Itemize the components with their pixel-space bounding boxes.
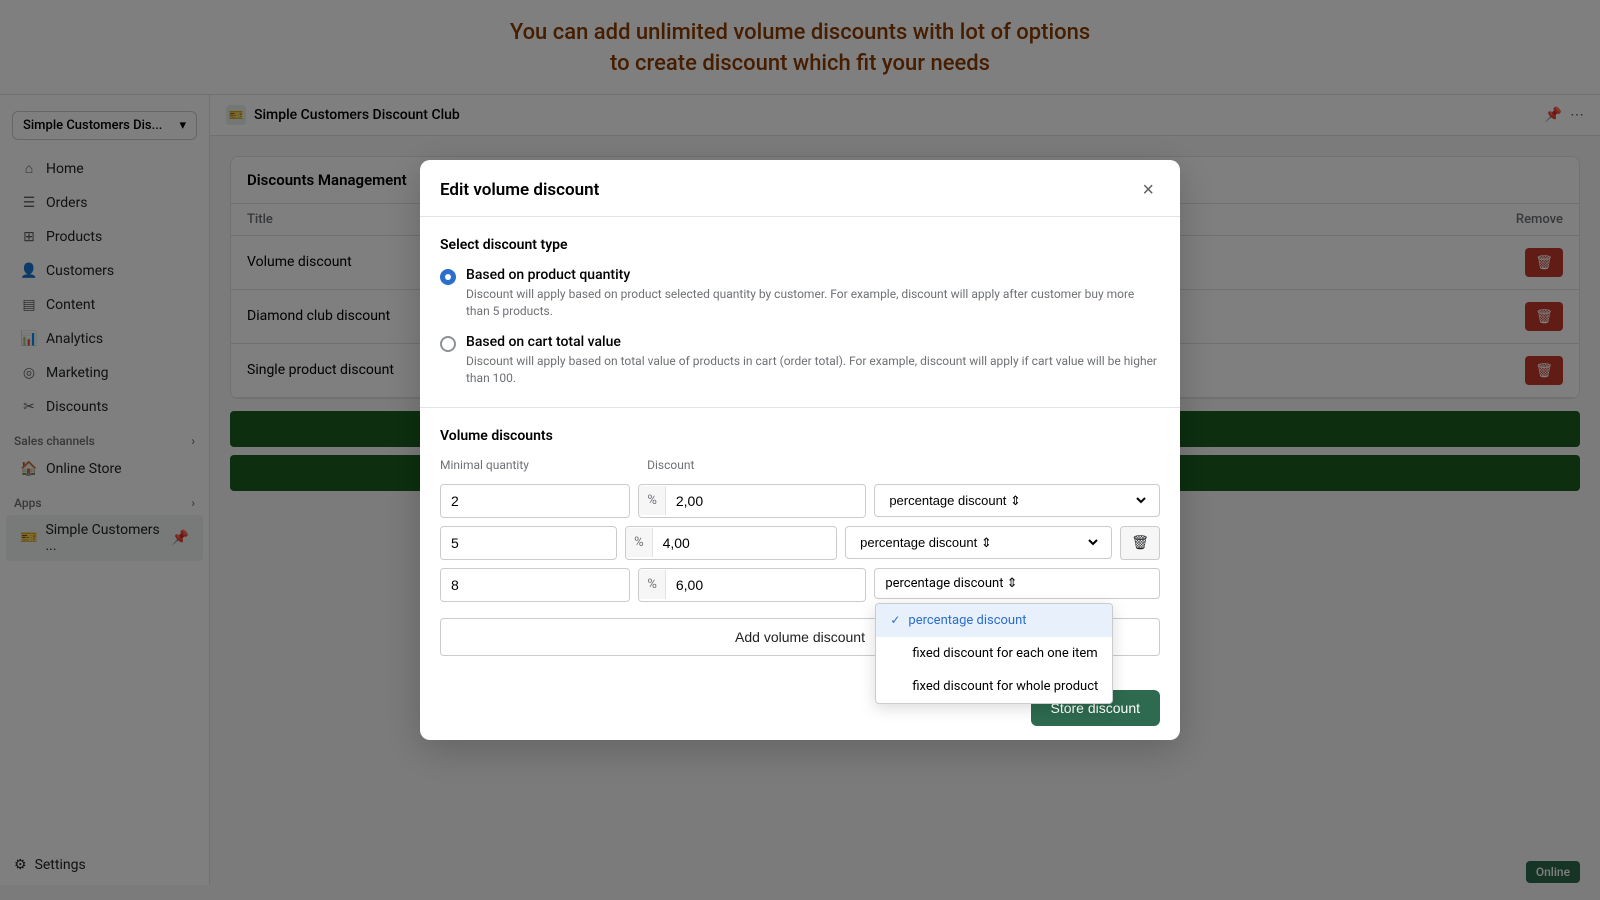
- discount-field-3[interactable]: [666, 570, 866, 600]
- modal-header: Edit volume discount ×: [420, 160, 1180, 217]
- discount-prefix-1: %: [639, 486, 666, 515]
- type-select-3[interactable]: percentage discount ⇕ ✓ percentage disco…: [874, 568, 1160, 599]
- vol-row-3: ▲ ▼ % ▲ ▼ percentage discount ⇕: [440, 568, 1160, 602]
- dropdown-item-percentage[interactable]: ✓ percentage discount: [876, 604, 1112, 637]
- discount-prefix-3: %: [639, 570, 666, 599]
- modal-close-button[interactable]: ×: [1136, 178, 1160, 202]
- discount-field-1[interactable]: [666, 486, 866, 516]
- qty-field-2[interactable]: [441, 528, 617, 558]
- vol-section-title: Volume discounts: [440, 428, 1160, 444]
- dropdown-label-0: percentage discount: [908, 613, 1026, 628]
- edit-volume-discount-modal: Edit volume discount × Select discount t…: [420, 160, 1180, 739]
- type-select-value-3: percentage discount ⇕: [885, 576, 1017, 591]
- dropdown-label-2: fixed discount for whole product: [912, 679, 1098, 694]
- radio-desc-2: Discount will apply based on total value…: [466, 353, 1160, 387]
- vol-row-1: ▲ ▼ % ▲ ▼ percentage discount ⇕ fixed d: [440, 484, 1160, 518]
- radio-circle-1: [440, 269, 456, 285]
- radio-label-2: Based on cart total value: [466, 334, 1160, 350]
- qty-field-3[interactable]: [441, 570, 630, 600]
- type-dropdown-2[interactable]: percentage discount ⇕ fixed discount for…: [856, 534, 1101, 551]
- discount-type-title: Select discount type: [440, 237, 1160, 253]
- min-qty-col-label: Minimal quantity: [440, 458, 631, 472]
- radio-label-1: Based on product quantity: [466, 267, 1160, 283]
- discount-input-2[interactable]: % ▲ ▼: [625, 526, 837, 560]
- check-mark-icon: ✓: [890, 613, 900, 627]
- dropdown-item-fixed-each[interactable]: fixed discount for each one item: [876, 637, 1112, 670]
- radio-option-product-qty[interactable]: Based on product quantity Discount will …: [440, 267, 1160, 320]
- modal-title: Edit volume discount: [440, 180, 599, 200]
- radio-desc-1: Discount will apply based on product sel…: [466, 286, 1160, 320]
- type-dropdown-1[interactable]: percentage discount ⇕ fixed discount for…: [885, 492, 1149, 509]
- discount-col-label: Discount: [647, 458, 876, 472]
- vol-header-row: Minimal quantity Discount: [440, 458, 1160, 476]
- qty-input-2[interactable]: ▲ ▼: [440, 526, 617, 560]
- type-select-2[interactable]: percentage discount ⇕ fixed discount for…: [845, 526, 1112, 559]
- vol-row-2: ▲ ▼ % ▲ ▼ percentage discount ⇕ fixed d: [440, 526, 1160, 560]
- discount-input-3[interactable]: % ▲ ▼: [638, 568, 866, 602]
- dropdown-item-fixed-whole[interactable]: fixed discount for whole product: [876, 670, 1112, 703]
- discount-input-1[interactable]: % ▲ ▼: [638, 484, 866, 518]
- qty-input-1[interactable]: ▲ ▼: [440, 484, 630, 518]
- discount-field-2[interactable]: [653, 528, 838, 558]
- delete-row-2-button[interactable]: 🗑: [1120, 526, 1160, 560]
- discount-type-section: Select discount type Based on product qu…: [420, 217, 1180, 407]
- radio-circle-2: [440, 336, 456, 352]
- type-dropdown-menu: ✓ percentage discount fixed discount for…: [875, 603, 1113, 704]
- modal-overlay: Edit volume discount × Select discount t…: [0, 0, 1600, 900]
- dropdown-label-1: fixed discount for each one item: [912, 646, 1097, 661]
- discount-prefix-2: %: [626, 528, 653, 557]
- qty-field-1[interactable]: [441, 486, 630, 516]
- qty-input-3[interactable]: ▲ ▼: [440, 568, 630, 602]
- radio-option-cart-total[interactable]: Based on cart total value Discount will …: [440, 334, 1160, 387]
- type-select-1[interactable]: percentage discount ⇕ fixed discount for…: [874, 484, 1160, 517]
- volume-discounts-section: Volume discounts Minimal quantity Discou…: [420, 408, 1180, 676]
